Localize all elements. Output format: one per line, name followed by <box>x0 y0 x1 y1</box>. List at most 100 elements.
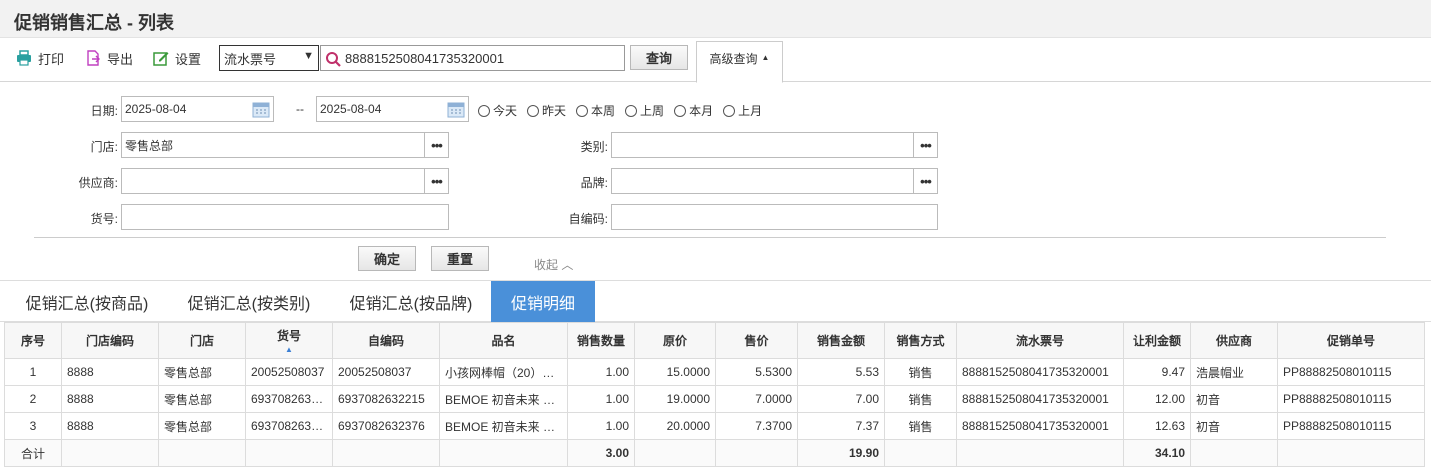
radio-label: 上周 <box>640 104 665 118</box>
cell: 初音 <box>1190 412 1278 440</box>
cell: 浩晨帽业 <box>1190 358 1278 386</box>
collapse-button[interactable]: 收起 ︿ <box>534 256 573 273</box>
cell: 1 <box>4 358 62 386</box>
cell: 693708263… <box>245 385 333 413</box>
export-button[interactable]: 导出 <box>85 48 133 68</box>
date-to-input[interactable]: 2025-08-04 <box>316 96 469 122</box>
cell: 8888152508041735320001 <box>956 412 1124 440</box>
cell <box>715 439 798 467</box>
radio-label: 今天 <box>493 104 518 118</box>
column-header[interactable]: 门店 <box>158 322 246 359</box>
radio-this-month[interactable]: 本月 <box>674 102 713 119</box>
radio-circle <box>674 104 687 117</box>
report-tabs: 促销汇总(按商品) 促销汇总(按类别) 促销汇总(按品牌) 促销明细 <box>0 280 1431 322</box>
date-separator: -- <box>296 102 304 116</box>
settings-button[interactable]: 设置 <box>153 48 201 68</box>
header-row: 序号 门店编码 门店 货号 ▲ 自编码 品名 销售数量 原价 售价 销售金额 销售… <box>4 322 1425 359</box>
more-icon[interactable]: ••• <box>424 169 448 193</box>
column-header[interactable]: 让利金额 <box>1123 322 1191 359</box>
reset-button[interactable]: 重置 <box>431 246 489 271</box>
cell <box>61 439 159 467</box>
sku-input[interactable] <box>121 204 449 230</box>
column-header[interactable]: 供应商 <box>1190 322 1278 359</box>
cell: 20052508037 <box>332 358 440 386</box>
total-qty: 3.00 <box>567 439 635 467</box>
advanced-query-label: 高级查询 <box>709 52 758 66</box>
search-field-select[interactable]: 流水票号 ▼ <box>219 45 319 71</box>
supplier-label: 供应商: <box>78 176 118 190</box>
radio-last-month[interactable]: 上月 <box>723 102 762 119</box>
more-icon[interactable]: ••• <box>424 133 448 157</box>
toolbar: 打印 导出 设置 流水票号 ▼ 8888152508041735320001 查… <box>0 38 1431 83</box>
cell: PP88882508010115 <box>1277 385 1425 413</box>
radio-circle <box>576 104 589 117</box>
radio-yesterday[interactable]: 昨天 <box>527 102 566 119</box>
print-button[interactable]: 打印 <box>16 48 64 68</box>
column-header[interactable]: 流水票号 <box>956 322 1124 359</box>
cell: 2 <box>4 385 62 413</box>
cell: 7.0000 <box>715 385 798 413</box>
tab-promo-detail[interactable]: 促销明细 <box>491 281 595 322</box>
cell: 5.53 <box>797 358 885 386</box>
column-header[interactable]: 自编码 <box>332 322 440 359</box>
settings-label: 设置 <box>175 51 202 67</box>
radio-today[interactable]: 今天 <box>478 102 517 119</box>
cell: BEMOE 初音未来 … <box>439 385 568 413</box>
category-input[interactable]: ••• <box>611 132 938 158</box>
column-header[interactable]: 序号 <box>4 322 62 359</box>
date-label: 日期: <box>90 104 118 118</box>
table-row[interactable]: 3 8888 零售总部 693708263… 6937082632376 BEM… <box>4 412 1425 440</box>
radio-circle <box>478 104 490 117</box>
store-input[interactable]: 零售总部 ••• <box>121 132 449 158</box>
tab-by-product[interactable]: 促销汇总(按商品) <box>12 281 162 322</box>
cell: 8888 <box>61 358 159 386</box>
confirm-button[interactable]: 确定 <box>358 246 416 271</box>
column-header[interactable]: 销售数量 <box>567 322 635 359</box>
more-icon[interactable]: ••• <box>913 169 937 193</box>
tab-by-category[interactable]: 促销汇总(按类别) <box>174 281 324 322</box>
sort-ascending-icon: ▲ <box>285 345 293 354</box>
brand-input[interactable]: ••• <box>611 168 938 194</box>
more-icon[interactable]: ••• <box>913 133 937 157</box>
cell: 1.00 <box>567 358 635 386</box>
cell: BEMOE 初音未来 … <box>439 412 568 440</box>
radio-circle <box>723 104 736 117</box>
table-row[interactable]: 2 8888 零售总部 693708263… 6937082632215 BEM… <box>4 385 1425 413</box>
date-from-input[interactable]: 2025-08-04 <box>121 96 274 122</box>
tab-by-brand[interactable]: 促销汇总(按品牌) <box>336 281 486 322</box>
cell: 3 <box>4 412 62 440</box>
cell <box>245 439 333 467</box>
advanced-query-toggle[interactable]: 高级查询 ▲ <box>696 41 783 83</box>
radio-last-week[interactable]: 上周 <box>625 102 664 119</box>
search-value: 8888152508041735320001 <box>345 50 505 66</box>
radio-label: 本月 <box>689 104 714 118</box>
column-header[interactable]: 促销单号 <box>1277 322 1425 359</box>
cell <box>158 439 246 467</box>
column-header[interactable]: 销售金额 <box>797 322 885 359</box>
cell: 20.0000 <box>634 412 716 440</box>
column-header[interactable]: 销售方式 <box>884 322 957 359</box>
selfcode-input[interactable] <box>611 204 938 230</box>
column-header[interactable]: 售价 <box>715 322 798 359</box>
cell: 12.63 <box>1123 412 1191 440</box>
cell: PP88882508010115 <box>1277 358 1425 386</box>
cell: 1.00 <box>567 412 635 440</box>
query-button[interactable]: 查询 <box>630 45 688 70</box>
cell: 初音 <box>1190 385 1278 413</box>
column-header-sorted[interactable]: 货号 ▲ <box>245 322 333 359</box>
cell: 8888 <box>61 412 159 440</box>
table-row[interactable]: 1 8888 零售总部 20052508037 20052508037 小孩网棒… <box>4 358 1425 386</box>
chevron-up-icon: ︿ <box>561 258 574 272</box>
cell <box>956 439 1124 467</box>
calendar-icon <box>252 102 270 118</box>
radio-this-week[interactable]: 本周 <box>576 102 615 119</box>
radio-label: 本周 <box>591 104 616 118</box>
column-header[interactable]: 门店编码 <box>61 322 159 359</box>
column-header[interactable]: 品名 <box>439 322 568 359</box>
search-input[interactable]: 8888152508041735320001 <box>320 45 625 71</box>
cell: 销售 <box>884 412 957 440</box>
column-header[interactable]: 原价 <box>634 322 716 359</box>
cell: 销售 <box>884 385 957 413</box>
supplier-input[interactable]: ••• <box>121 168 449 194</box>
cell: 6937082632376 <box>332 412 440 440</box>
